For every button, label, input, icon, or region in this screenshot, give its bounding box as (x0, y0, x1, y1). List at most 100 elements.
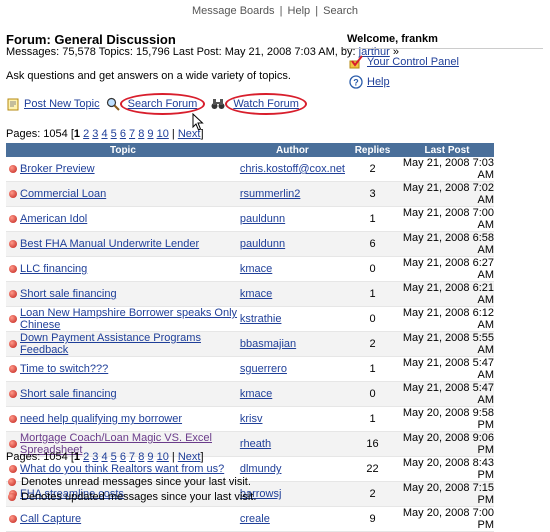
author-link[interactable]: kmace (240, 263, 272, 275)
message-boards-link[interactable]: Message Boards (192, 5, 275, 17)
author-link[interactable]: pauldunn (240, 213, 285, 225)
last-post-date: May 20, 2008 9:58 PM (400, 406, 494, 432)
help-link[interactable]: Help (367, 76, 390, 88)
page-link[interactable]: 6 (120, 128, 126, 140)
page-link[interactable]: 9 (147, 451, 153, 463)
search-icon (106, 97, 120, 111)
search-nav-link[interactable]: Search (323, 5, 358, 17)
author-link[interactable]: kstrathie (240, 313, 282, 325)
author-link[interactable]: rheath (240, 438, 271, 450)
replies-count: 1 (345, 281, 400, 307)
unread-dot-icon (9, 415, 17, 424)
topic-cell: Call Capture (20, 506, 240, 532)
page-link[interactable]: 7 (129, 128, 135, 140)
author-cell: kmace (239, 381, 345, 407)
page-link[interactable]: 9 (147, 128, 153, 140)
next-page-link[interactable]: Next (178, 451, 201, 463)
topic-cell: Best FHA Manual Underwrite Lender (20, 231, 240, 257)
unread-dot-icon (9, 315, 17, 324)
replies-count: 1 (345, 356, 400, 382)
author-cell: dlmundy (239, 456, 345, 482)
status-dot-cell (6, 381, 20, 407)
page-link[interactable]: 10 (157, 451, 169, 463)
author-link[interactable]: dlmundy (240, 463, 282, 475)
search-forum-action[interactable]: Search Forum (106, 93, 206, 115)
control-panel-item[interactable]: Your Control Panel (349, 55, 543, 69)
topic-link[interactable]: Time to switch??? (20, 363, 108, 375)
watch-forum-action[interactable]: Watch Forum (211, 93, 307, 115)
post-new-topic-action[interactable]: Post New Topic (6, 97, 100, 111)
last-post-column-header: Last Post (400, 143, 494, 157)
page-link[interactable]: 6 (120, 451, 126, 463)
status-dot-cell (6, 281, 20, 307)
author-link[interactable]: pauldunn (240, 238, 285, 250)
legend-unread: Denotes unread messages since your last … (8, 476, 251, 488)
help-item[interactable]: ? Help (349, 75, 543, 89)
page-link[interactable]: 8 (138, 128, 144, 140)
author-cell: sguerrero (239, 356, 345, 382)
table-row: Broker Preview chris.kostoff@cox.net 2 May … (6, 157, 494, 182)
author-link[interactable]: creale (240, 513, 270, 525)
topic-link[interactable]: Short sale financing (20, 288, 117, 300)
page-link[interactable]: 2 (83, 451, 89, 463)
topic-link[interactable]: need help qualifying my borrower (20, 413, 182, 425)
table-row: Commercial Loan rsummerlin2 3 May 21, 2008 … (6, 181, 494, 207)
page-link[interactable]: 5 (111, 128, 117, 140)
status-dot-cell (6, 356, 20, 382)
table-row: Time to switch??? sguerrero 1 May 21, 2008 … (6, 356, 494, 382)
status-dot-cell (6, 206, 20, 232)
page-link[interactable]: 7 (129, 451, 135, 463)
page-link[interactable]: 4 (101, 128, 107, 140)
author-link[interactable]: chris.kostoff@cox.net (240, 163, 345, 175)
last-post-date: May 21, 2008 7:02 AM (400, 181, 494, 207)
topic-link[interactable]: American Idol (20, 213, 87, 225)
author-link[interactable]: rsummerlin2 (240, 188, 301, 200)
page-link[interactable]: 2 (83, 128, 89, 140)
page-link[interactable]: 5 (111, 451, 117, 463)
topic-link[interactable]: What do you think Realtors want from us? (20, 463, 224, 475)
topic-link[interactable]: Call Capture (20, 513, 81, 525)
author-link[interactable]: kmace (240, 288, 272, 300)
topic-link[interactable]: Loan New Hampshire Borrower speaks Only … (20, 307, 237, 331)
author-link[interactable]: sguerrero (240, 363, 287, 375)
replies-count: 2 (345, 157, 400, 182)
control-panel-link[interactable]: Your Control Panel (367, 56, 459, 68)
forum-stats-text: Messages: 75,578 Topics: 15,796 Last Pos… (6, 46, 356, 58)
replies-column-header: Replies (345, 143, 400, 157)
last-post-date: May 21, 2008 5:55 AM (400, 331, 494, 357)
next-page-link[interactable]: Next (178, 128, 201, 140)
topic-link[interactable]: Commercial Loan (20, 188, 106, 200)
topic-link[interactable]: LLC financing (20, 263, 87, 275)
unread-dot-icon (9, 465, 17, 474)
topic-cell: Loan New Hampshire Borrower speaks Only … (20, 306, 240, 332)
pagination-end: ] (200, 451, 204, 463)
post-icon (6, 97, 20, 111)
last-post-date: May 20, 2008 8:43 PM (400, 456, 494, 482)
unread-dot-icon (9, 340, 17, 349)
page-link[interactable]: 3 (92, 451, 98, 463)
status-dot-cell (6, 157, 20, 182)
svg-text:?: ? (353, 78, 359, 88)
pagination-separator: | (171, 451, 175, 463)
page-link[interactable]: 8 (138, 451, 144, 463)
author-link[interactable]: krisv (240, 413, 263, 425)
unread-dot-icon (9, 215, 17, 224)
page-link[interactable]: 10 (157, 128, 169, 140)
author-link[interactable]: kmace (240, 388, 272, 400)
post-new-topic-link[interactable]: Post New Topic (24, 98, 100, 110)
page-link[interactable]: 4 (101, 451, 107, 463)
last-post-date: May 20, 2008 7:15 PM (400, 481, 494, 507)
author-cell: kmace (239, 281, 345, 307)
help-nav-link[interactable]: Help (288, 5, 311, 17)
topics-table: Topic Author Replies Last Post Broker Pr… (6, 143, 494, 532)
topic-link[interactable]: Short sale financing (20, 388, 117, 400)
forum-stats: Messages: 75,578 Topics: 15,796 Last Pos… (6, 46, 399, 58)
page-link[interactable]: 3 (92, 128, 98, 140)
topic-link[interactable]: Broker Preview (20, 163, 95, 175)
topic-link[interactable]: Down Payment Assistance Programs Feedbac… (20, 332, 201, 356)
topic-link[interactable]: Best FHA Manual Underwrite Lender (20, 238, 199, 250)
replies-count: 2 (345, 481, 400, 507)
unread-dot-icon (9, 515, 17, 524)
author-link[interactable]: bbasmajian (240, 338, 296, 350)
table-row: Best FHA Manual Underwrite Lender pauldun… (6, 231, 494, 257)
